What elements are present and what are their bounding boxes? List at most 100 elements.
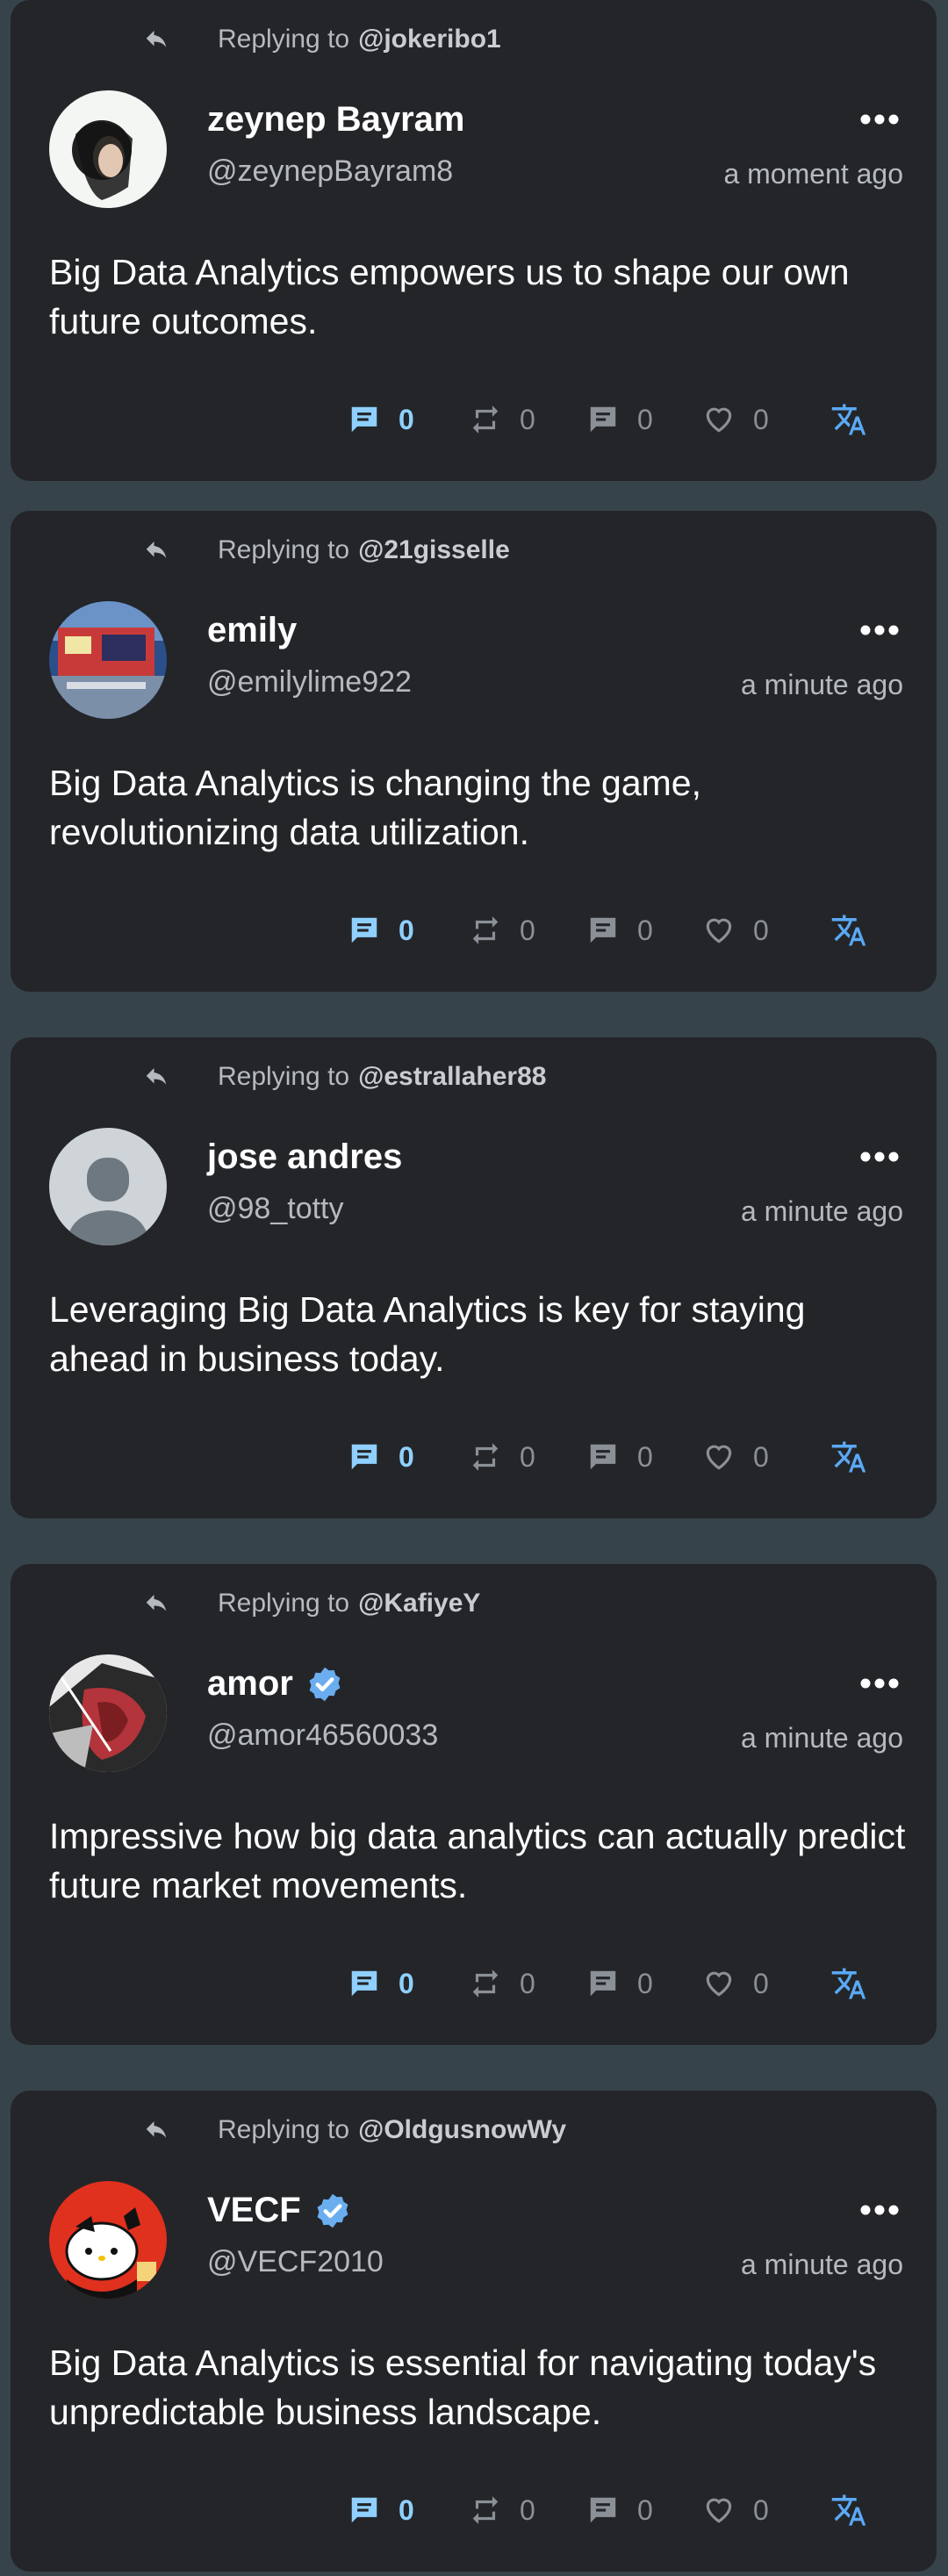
reply-count-icon: [351, 2497, 377, 2523]
display-name[interactable]: jose andres: [207, 1137, 402, 1177]
translate-icon: [831, 1441, 866, 1473]
post-card[interactable]: Replying to @KafiyeY amor @amor46560033 …: [11, 1564, 937, 2045]
reply-button[interactable]: 0: [348, 2484, 416, 2537]
like-button[interactable]: 0: [702, 1431, 771, 1483]
replying-to-label: Replying to: [218, 2115, 350, 2144]
replying-to-handle[interactable]: @OldgusnowWy: [358, 2115, 566, 2145]
comment-icon: [590, 917, 616, 944]
more-options-icon[interactable]: [858, 1668, 901, 1699]
reply-count: 0: [399, 1440, 414, 1473]
post-card[interactable]: Replying to @21gisselle emily @emilylime…: [11, 511, 937, 992]
retweet-button[interactable]: 0: [469, 393, 537, 446]
retweet-icon: [472, 405, 499, 434]
comment-button[interactable]: 0: [586, 2484, 655, 2537]
more-options-icon[interactable]: [858, 2194, 901, 2226]
like-count: 0: [753, 2493, 769, 2526]
retweet-count: 0: [520, 2493, 535, 2526]
replying-to-handle[interactable]: @21gisselle: [358, 535, 510, 565]
reply-button[interactable]: 0: [348, 904, 416, 957]
translate-button[interactable]: [830, 1957, 867, 2010]
retweet-button[interactable]: 0: [469, 2484, 537, 2537]
retweet-button[interactable]: 0: [469, 904, 537, 957]
reply-count-icon: [351, 1444, 377, 1470]
post-card[interactable]: Replying to @estrallaher88 jose andres @…: [11, 1037, 937, 1518]
retweet-icon: [472, 1970, 499, 1998]
retweet-count: 0: [520, 1440, 535, 1473]
reply-button[interactable]: 0: [348, 393, 416, 446]
heart-icon: [706, 407, 732, 433]
translate-button[interactable]: [830, 904, 867, 957]
replying-to-handle[interactable]: @estrallaher88: [358, 1062, 546, 1092]
avatar[interactable]: [49, 1654, 167, 1772]
username[interactable]: @amor46560033: [207, 1719, 438, 1753]
post-text: Big Data Analytics is changing the game,…: [49, 763, 701, 852]
reply-arrow-icon: [146, 1068, 167, 1085]
retweet-icon: [472, 916, 499, 944]
translate-button[interactable]: [830, 393, 867, 446]
comment-icon: [590, 1970, 616, 1997]
reply-count: 0: [399, 1967, 414, 1999]
replying-to-label: Replying to: [218, 25, 350, 54]
display-name[interactable]: zeynep Bayram: [207, 100, 464, 140]
reply-count: 0: [399, 403, 414, 435]
avatar[interactable]: [49, 90, 167, 208]
reply-count: 0: [399, 2493, 414, 2526]
like-count: 0: [753, 1440, 769, 1473]
username[interactable]: @98_totty: [207, 1192, 344, 1226]
action-bar: 0 0 0 0: [11, 1957, 937, 2010]
more-options-icon[interactable]: [858, 104, 901, 135]
reply-button[interactable]: 0: [348, 1957, 416, 2010]
retweet-icon: [472, 1443, 499, 1471]
display-name[interactable]: amor: [207, 1664, 293, 1704]
avatar[interactable]: [49, 601, 167, 719]
replying-to-line: Replying to @estrallaher88: [218, 1055, 546, 1099]
timestamp: a minute ago: [740, 669, 903, 700]
avatar[interactable]: [49, 2181, 167, 2299]
translate-icon: [831, 1968, 866, 1999]
reply-feed: Replying to @jokeribo1 zeynep Bayram @ze…: [0, 0, 948, 2576]
post-card[interactable]: Replying to @jokeribo1 zeynep Bayram @ze…: [11, 0, 937, 481]
timestamp: a moment ago: [723, 158, 903, 190]
retweet-button[interactable]: 0: [469, 1431, 537, 1483]
comment-button[interactable]: 0: [586, 904, 655, 957]
post-text: Impressive how big data analytics can ac…: [49, 1816, 906, 1905]
action-bar: 0 0 0 0: [11, 904, 937, 957]
replying-to-handle[interactable]: @jokeribo1: [358, 25, 501, 54]
avatar[interactable]: [49, 1128, 167, 1245]
reply-arrow-icon: [146, 31, 167, 47]
more-options-icon[interactable]: [858, 1141, 901, 1173]
display-name[interactable]: emily: [207, 611, 297, 650]
translate-button[interactable]: [830, 2484, 867, 2537]
post-card[interactable]: Replying to @OldgusnowWy VECF @VECF2010 …: [11, 2091, 937, 2572]
retweet-count: 0: [520, 403, 535, 435]
comment-count: 0: [637, 2493, 653, 2526]
like-button[interactable]: 0: [702, 904, 771, 957]
reply-count: 0: [399, 914, 414, 946]
comment-icon: [590, 406, 616, 433]
translate-icon: [831, 404, 866, 435]
username[interactable]: @VECF2010: [207, 2245, 384, 2279]
retweet-button[interactable]: 0: [469, 1957, 537, 2010]
comment-button[interactable]: 0: [586, 1431, 655, 1483]
reply-count-icon: [351, 406, 377, 433]
translate-button[interactable]: [830, 1431, 867, 1483]
comment-count: 0: [637, 914, 653, 946]
like-count: 0: [753, 403, 769, 435]
like-button[interactable]: 0: [702, 393, 771, 446]
action-bar: 0 0 0 0: [11, 1431, 937, 1483]
reply-arrow-icon: [146, 2121, 167, 2138]
like-button[interactable]: 0: [702, 2484, 771, 2537]
display-name[interactable]: VECF: [207, 2191, 301, 2230]
reply-arrow-icon: [146, 542, 167, 558]
post-text: Leveraging Big Data Analytics is key for…: [49, 1289, 806, 1379]
username[interactable]: @emilylime922: [207, 665, 412, 700]
comment-button[interactable]: 0: [586, 1957, 655, 2010]
replying-to-handle[interactable]: @KafiyeY: [358, 1589, 480, 1618]
like-button[interactable]: 0: [702, 1957, 771, 2010]
more-options-icon[interactable]: [858, 614, 901, 646]
username[interactable]: @zeynepBayram8: [207, 154, 453, 189]
heart-icon: [706, 1445, 732, 1470]
reply-button[interactable]: 0: [348, 1431, 416, 1483]
heart-icon: [706, 2498, 732, 2523]
comment-button[interactable]: 0: [586, 393, 655, 446]
